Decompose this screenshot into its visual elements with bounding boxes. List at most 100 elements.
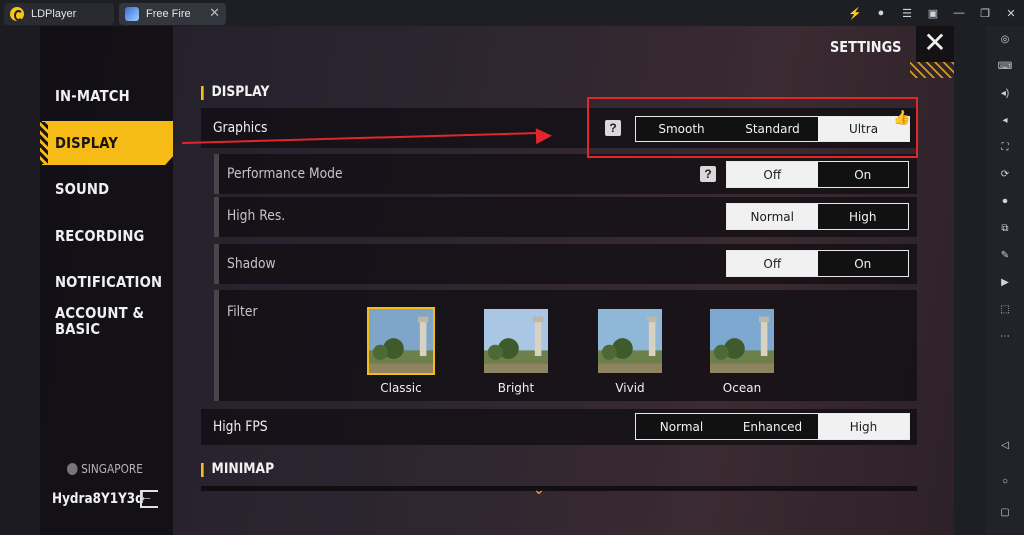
account-icon[interactable]: ● bbox=[868, 7, 894, 19]
tab-close-icon[interactable]: ✕ bbox=[209, 5, 220, 21]
filter-preview-image bbox=[710, 309, 774, 373]
highlight-box-annotation bbox=[587, 97, 918, 158]
filter-caption-bright: Bright bbox=[497, 381, 535, 395]
apk-icon[interactable]: ⬚ bbox=[986, 304, 1024, 315]
filter-row: Filter bbox=[214, 290, 917, 401]
shadow-row: Shadow Off On bbox=[214, 244, 917, 284]
username: Hydra8Y1Y3d bbox=[52, 491, 144, 507]
back-icon[interactable]: ◁ bbox=[986, 440, 1024, 451]
tab-label: LDPlayer bbox=[31, 8, 77, 20]
nav-label-line1: ACCOUNT & bbox=[54, 304, 145, 322]
operation-icon[interactable]: ✎ bbox=[986, 250, 1024, 261]
arrow-annotation-head bbox=[535, 127, 553, 145]
graphics-label: Graphics bbox=[213, 120, 268, 136]
high-res-toggle: Normal High bbox=[726, 203, 909, 230]
volume-down-icon[interactable]: ◂ bbox=[986, 115, 1024, 126]
shadow-option-on[interactable]: On bbox=[818, 251, 909, 276]
shadow-toggle: Off On bbox=[726, 250, 909, 277]
menu-icon[interactable]: ☰ bbox=[894, 7, 920, 20]
high-fps-option-high[interactable]: High bbox=[818, 414, 909, 439]
high-fps-selector: Normal Enhanced High bbox=[635, 413, 910, 440]
high-fps-label: High FPS bbox=[213, 419, 268, 435]
filter-thumbnail-vivid[interactable] bbox=[596, 307, 664, 375]
filter-thumbnail-ocean[interactable] bbox=[708, 307, 776, 375]
row-notch bbox=[214, 154, 219, 194]
high-fps-option-enhanced[interactable]: Enhanced bbox=[727, 414, 818, 439]
rotate-icon[interactable]: ⟳ bbox=[986, 169, 1024, 180]
volume-up-icon[interactable]: ◂) bbox=[986, 88, 1024, 99]
window-controls: ⚡ ● ☰ ▣ — ❐ ✕ bbox=[842, 0, 1024, 26]
high-res-row: High Res. Normal High bbox=[214, 197, 917, 237]
filter-caption-ocean: Ocean bbox=[722, 381, 762, 395]
region-indicator: SINGAPORE bbox=[67, 462, 143, 476]
restore-icon[interactable]: ❐ bbox=[972, 7, 998, 20]
high-res-option-normal[interactable]: Normal bbox=[727, 204, 818, 229]
filter-label: Filter bbox=[227, 304, 258, 320]
screen-icon[interactable]: ▣ bbox=[920, 7, 946, 20]
filter-caption-classic: Classic bbox=[380, 381, 422, 395]
filter-preview-image bbox=[484, 309, 548, 373]
row-notch bbox=[214, 290, 219, 401]
high-fps-option-normal[interactable]: Normal bbox=[636, 414, 727, 439]
filter-preview-image bbox=[369, 309, 433, 373]
high-res-label: High Res. bbox=[227, 208, 286, 224]
nav-item-in-match[interactable]: IN-MATCH bbox=[40, 76, 157, 116]
row-notch bbox=[214, 244, 219, 284]
tab-label: Free Fire bbox=[146, 8, 191, 20]
nav-item-sound[interactable]: SOUND bbox=[40, 169, 157, 209]
section-minimap-header: MINIMAP bbox=[201, 461, 274, 477]
performance-mode-toggle: Off On bbox=[726, 161, 909, 188]
minimize-icon[interactable]: — bbox=[946, 7, 972, 19]
settings-nav: IN-MATCH DISPLAY SOUND RECORDING NOTIFIC… bbox=[40, 26, 173, 535]
performance-option-on[interactable]: On bbox=[818, 162, 909, 187]
minimap-row-edge bbox=[201, 486, 917, 491]
filter-preview-image bbox=[598, 309, 662, 373]
emulator-toolbar-icons: ◎ ⌨ ◂) ◂ ⛶ ⟳ ⏺ ⧉ ✎ ▶ ⬚ ⋯ ◁ ○ ▢ bbox=[986, 26, 1024, 535]
ldplayer-logo-icon bbox=[10, 7, 24, 21]
globe-icon bbox=[67, 463, 78, 475]
video-icon[interactable]: ▶ bbox=[986, 277, 1024, 288]
performance-option-off[interactable]: Off bbox=[727, 162, 818, 187]
shadow-label: Shadow bbox=[227, 256, 276, 272]
game-screen: IN-MATCH DISPLAY SOUND RECORDING NOTIFIC… bbox=[40, 26, 954, 535]
record-icon[interactable]: ⏺ bbox=[986, 196, 1024, 207]
performance-mode-label: Performance Mode bbox=[227, 166, 343, 182]
nav-item-display[interactable]: DISPLAY bbox=[40, 123, 157, 163]
emulator-toolbar: ◎ ⌨ ◂) ◂ ⛶ ⟳ ⏺ ⧉ ✎ ▶ ⬚ ⋯ ◁ ○ ▢ bbox=[954, 26, 1024, 535]
keyboard-icon[interactable]: ⌨ bbox=[986, 61, 1024, 72]
bolt-icon[interactable]: ⚡ bbox=[842, 7, 868, 20]
more-icon[interactable]: ⋯ bbox=[986, 331, 1024, 342]
filter-thumbnail-bright[interactable] bbox=[482, 307, 550, 375]
high-fps-row: High FPS Normal Enhanced High bbox=[201, 409, 917, 445]
filter-thumbnail-classic[interactable] bbox=[367, 307, 435, 375]
tab-ldplayer[interactable]: LDPlayer bbox=[4, 3, 114, 25]
left-gutter bbox=[0, 26, 40, 535]
logout-icon[interactable] bbox=[139, 488, 158, 508]
region-label: SINGAPORE bbox=[81, 462, 143, 476]
high-res-option-high[interactable]: High bbox=[818, 204, 909, 229]
page-title: SETTINGS bbox=[830, 38, 902, 56]
shadow-option-off[interactable]: Off bbox=[727, 251, 818, 276]
multi-instance-icon[interactable]: ⧉ bbox=[986, 223, 1024, 234]
performance-mode-row: Performance Mode ? Off On bbox=[214, 154, 917, 194]
close-settings-button[interactable]: ✕ bbox=[916, 26, 954, 62]
home-icon[interactable]: ○ bbox=[986, 476, 1024, 487]
close-icon[interactable]: ✕ bbox=[998, 7, 1024, 20]
tab-free-fire[interactable]: Free Fire ✕ bbox=[119, 3, 226, 25]
chevron-down-icon[interactable]: ⌄ bbox=[533, 481, 545, 498]
row-notch bbox=[214, 197, 219, 237]
app-window: LDPlayer Free Fire ✕ ⚡ ● ☰ ▣ — ❐ ✕ ◎ ⌨ ◂) ◂… bbox=[0, 0, 1024, 535]
nav-label-line2: BASIC bbox=[54, 320, 101, 338]
corner-decoration bbox=[910, 62, 954, 78]
title-bar: LDPlayer Free Fire ✕ ⚡ ● ☰ ▣ — ❐ ✕ bbox=[0, 0, 1024, 26]
gamepad-icon[interactable]: ◎ bbox=[986, 34, 1024, 45]
nav-item-notification[interactable]: NOTIFICATION bbox=[40, 262, 162, 302]
nav-item-recording[interactable]: RECORDING bbox=[40, 216, 157, 256]
performance-help-icon[interactable]: ? bbox=[700, 166, 716, 182]
filter-caption-vivid: Vivid bbox=[615, 381, 645, 395]
section-display-header: DISPLAY bbox=[201, 84, 269, 100]
fullscreen-icon[interactable]: ⛶ bbox=[986, 142, 1024, 153]
free-fire-app-icon bbox=[125, 7, 139, 21]
recent-icon[interactable]: ▢ bbox=[986, 507, 1024, 518]
nav-item-account-basic[interactable]: ACCOUNT & BASIC bbox=[40, 301, 157, 341]
